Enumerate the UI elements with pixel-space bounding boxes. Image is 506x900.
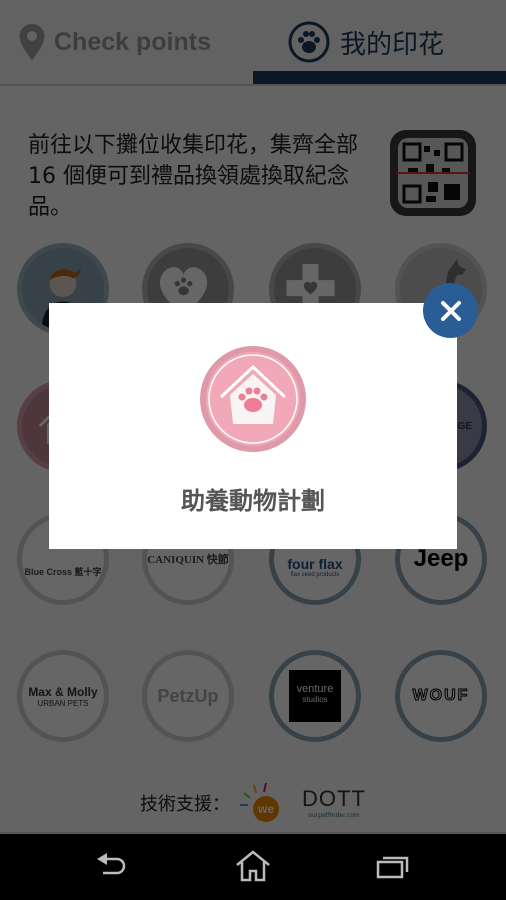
recents-icon [376,856,409,879]
modal-title: 助養動物計劃 [181,487,325,515]
close-button[interactable] [423,283,478,338]
back-icon [97,853,126,875]
home-button[interactable] [231,846,275,886]
android-nav-bar [0,832,506,900]
paw-house-icon [200,346,306,452]
back-button[interactable] [91,846,135,886]
stamp-detail-modal: 助養動物計劃 [49,303,457,549]
close-icon [440,300,461,321]
home-icon [236,850,270,882]
recents-button[interactable] [371,846,415,886]
